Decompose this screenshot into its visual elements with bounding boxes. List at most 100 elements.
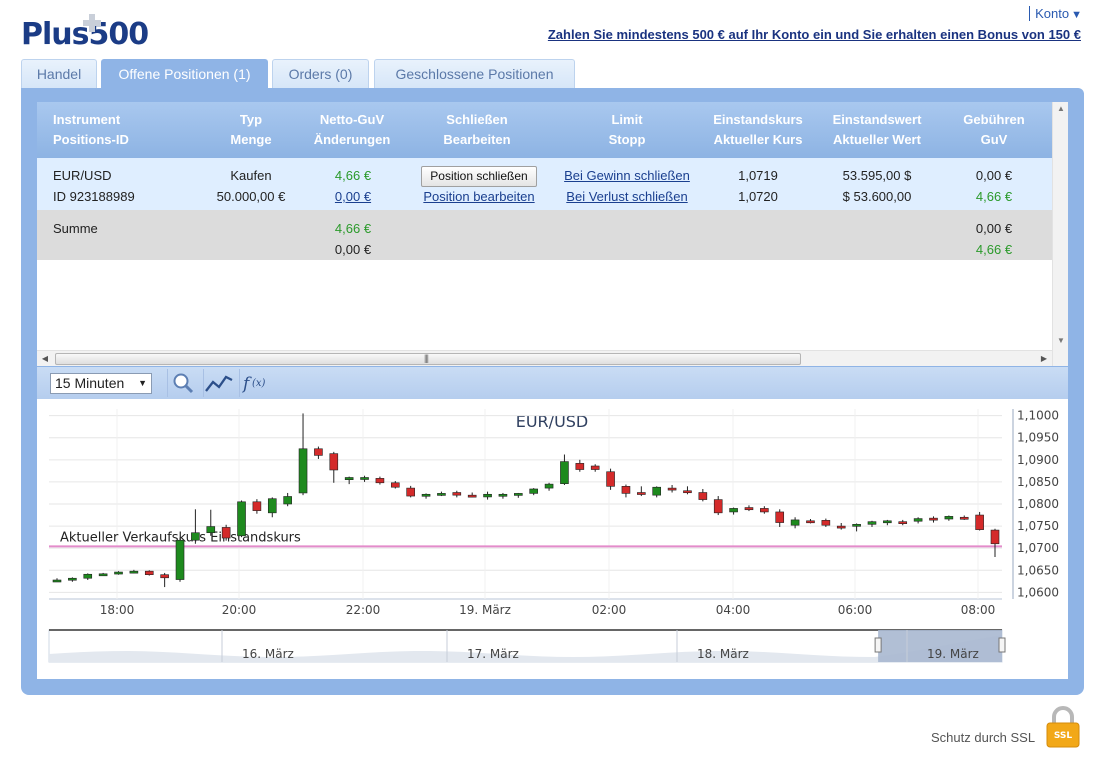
candle-body — [344, 477, 354, 480]
tab-closed-positions[interactable]: Geschlossene Positionen — [374, 59, 575, 88]
line-chart-icon — [205, 375, 233, 392]
zoom-icon — [173, 373, 194, 394]
candle-body — [913, 518, 923, 522]
candle-body — [114, 571, 123, 575]
candle-body — [667, 487, 677, 491]
candle-body — [683, 490, 692, 494]
y-tick-label: 1,0900 — [1017, 453, 1059, 467]
candle-body — [544, 483, 554, 489]
konto-menu[interactable]: Konto ▼ — [1029, 6, 1082, 21]
candle-body — [652, 486, 662, 496]
position-id: ID 923188989 — [53, 189, 135, 204]
candle-body — [191, 532, 200, 541]
vertical-scrollbar[interactable]: ▲ ▼ — [1052, 102, 1068, 366]
candle-body — [806, 520, 815, 524]
candle-body — [867, 521, 877, 525]
x-tick-label: 20:00 — [222, 603, 257, 617]
candle-body — [421, 493, 431, 497]
timeframe-select[interactable]: 15 Minuten ▼ — [50, 373, 152, 394]
candlestick-chart[interactable]: EUR/USD 1,1000 1,0950 1,0900 1,0850 1,0800 1,… — [37, 399, 1068, 679]
candle-body — [836, 525, 846, 529]
col-limit[interactable]: Limit Stopp — [577, 110, 677, 150]
table-row[interactable]: EUR/USD ID 923188989 Kaufen 50.000,00 € … — [37, 158, 1052, 210]
candle-body — [129, 570, 139, 574]
navigator-handle-right — [998, 637, 1006, 653]
candle-body — [560, 461, 569, 484]
col-instrument[interactable]: Instrument Positions-ID — [53, 110, 163, 150]
chevron-down-icon: ▼ — [1071, 9, 1082, 21]
candle-body — [406, 487, 415, 497]
price-chart[interactable]: EUR/USD 1,1000 1,0950 1,0900 1,0850 1,0800 1,… — [37, 399, 1068, 679]
take-profit-link[interactable]: Bei Gewinn schließen — [557, 165, 697, 186]
summary-fees: 0,00 € — [975, 221, 1013, 236]
candle-body — [390, 482, 400, 488]
candle-body — [990, 529, 1000, 545]
line-chart-button[interactable] — [203, 369, 233, 397]
close-position-button[interactable]: Position schließen — [421, 166, 537, 187]
candle-body — [298, 448, 308, 494]
timeframe-value: 15 Minuten — [55, 375, 125, 391]
candle-body — [144, 570, 154, 575]
chart-title: EUR/USD — [516, 412, 589, 431]
candle-body — [160, 574, 169, 579]
candle-body — [83, 573, 93, 579]
x-tick-label: 04:00 — [716, 603, 751, 617]
col-close[interactable]: Schließen Bearbeiten — [427, 110, 527, 150]
candle-body — [98, 573, 108, 577]
x-tick-label: 02:00 — [592, 603, 627, 617]
instrument-name: EUR/USD — [53, 168, 112, 183]
col-fees[interactable]: Gebühren GuV — [952, 110, 1036, 150]
candle-body — [175, 539, 185, 580]
candle-body — [498, 493, 508, 497]
current-value: $ 53.600,00 — [842, 189, 912, 204]
tab-handel[interactable]: Handel — [21, 59, 97, 88]
x-tick-label: 22:00 — [346, 603, 381, 617]
col-entry-rate[interactable]: Einstandskurs Aktueller Kurs — [707, 110, 809, 150]
scroll-up-icon[interactable]: ▲ — [1053, 102, 1068, 116]
scrollbar-thumb[interactable]: ||| — [55, 353, 801, 365]
summary-net-pnl: 4,66 € — [334, 221, 372, 236]
zoom-button[interactable] — [167, 369, 197, 397]
candle-body — [959, 516, 969, 520]
x-tick-label: 08:00 — [961, 603, 996, 617]
function-icon: f (x) — [241, 374, 266, 394]
edit-position-link[interactable]: Position bearbeiten — [409, 186, 549, 207]
svg-text:SSL: SSL — [1054, 731, 1073, 741]
candle-body — [975, 514, 984, 530]
candle-body — [514, 493, 523, 496]
tab-orders[interactable]: Orders (0) — [272, 59, 369, 88]
stop-loss-link[interactable]: Bei Verlust schließen — [557, 186, 697, 207]
scroll-right-icon[interactable]: ▶ — [1036, 351, 1052, 366]
scroll-down-icon[interactable]: ▼ — [1053, 334, 1068, 348]
indicator-button[interactable]: f (x) — [239, 369, 269, 397]
tab-open-positions[interactable]: Offene Positionen (1) — [101, 59, 268, 88]
horizontal-scrollbar[interactable]: ◀ ||| ▶ — [37, 350, 1052, 366]
svg-text:f: f — [241, 374, 252, 394]
candle-body — [944, 516, 954, 520]
trade-type: Kaufen — [230, 168, 272, 183]
bonus-promo-link[interactable]: Zahlen Sie mindestens 500 € auf Ihr Kont… — [548, 27, 1081, 42]
candle-body — [606, 471, 615, 487]
candle-body — [375, 478, 385, 484]
net-pnl-value: 4,66 € — [334, 168, 372, 183]
candle-body — [898, 521, 908, 524]
x-tick-label: 18:00 — [100, 603, 135, 617]
table-header: Instrument Positions-ID Typ Menge Netto-Gu… — [37, 102, 1052, 158]
summary-pnl: 4,66 € — [975, 242, 1013, 257]
chevron-down-icon: ▼ — [138, 378, 147, 388]
navigator-label: 17. März — [467, 647, 519, 661]
fees-value: 0,00 € — [975, 168, 1013, 183]
y-tick-label: 1,0600 — [1017, 585, 1059, 599]
changes-link[interactable]: 0,00 € — [302, 186, 404, 207]
summary-label: Summe — [53, 221, 98, 236]
positions-panel: Instrument Positions-ID Typ Menge Netto-Gu… — [21, 88, 1084, 695]
entry-value: 53.595,00 $ — [842, 168, 912, 183]
candle-body — [483, 493, 492, 498]
scroll-left-icon[interactable]: ◀ — [37, 351, 53, 366]
candle-body — [929, 517, 938, 521]
col-entry-value[interactable]: Einstandswert Aktueller Wert — [825, 110, 929, 150]
col-net-pnl[interactable]: Netto-GuV Änderungen — [302, 110, 402, 150]
summary-changes: 0,00 € — [334, 242, 372, 257]
plus500-logo[interactable]: Plus500 — [21, 14, 166, 54]
col-type[interactable]: Typ Menge — [201, 110, 301, 150]
